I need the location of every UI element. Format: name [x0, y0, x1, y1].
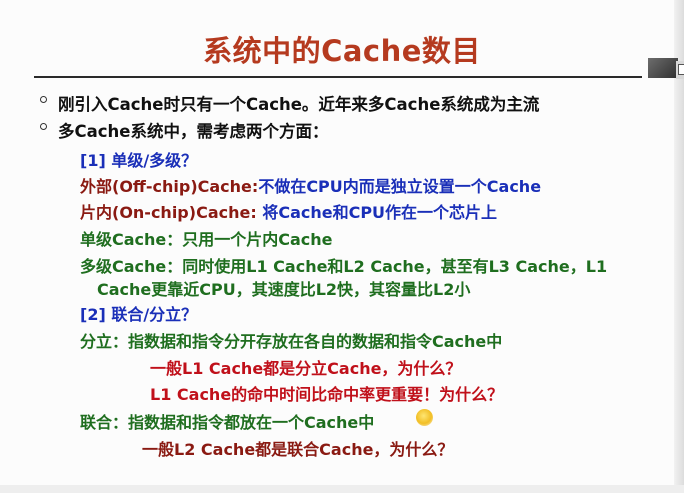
multi-level-line-2: Cache更靠近CPU，其速度比L2快，其容量比L2小 — [97, 280, 471, 299]
split-question-1: 一般L1 Cache都是分立Cache，为什么？ — [150, 359, 462, 378]
slide: 系统中的Cache数目 刚引入Cache时只有一个Cache。近年来多Cache… — [0, 0, 684, 493]
unified-definition: 联合：指数据和指令都放在一个Cache中 — [80, 413, 375, 432]
bullet-icon — [40, 123, 47, 130]
single-level-line: 单级Cache：只用一个片内Cache — [80, 230, 333, 249]
bullet-icon — [40, 96, 47, 103]
window-toggle-icon[interactable] — [678, 64, 684, 75]
bottom-bar — [0, 485, 684, 493]
off-chip-line: 外部(Off-chip)Cache:不做在CPU内而是独立设置一个Cache — [80, 173, 541, 197]
slide-title: 系统中的Cache数目 — [203, 34, 481, 68]
off-chip-label: 外部(Off-chip)Cache: — [80, 177, 259, 196]
camera-overlay-icon — [648, 58, 678, 78]
pointer-highlight-icon — [416, 409, 433, 426]
split-question-2: L1 Cache的命中时间比命中率更重要！为什么？ — [150, 385, 504, 404]
multi-level-line-1: 多级Cache：同时使用L1 Cache和L2 Cache，甚至有L3 Cach… — [80, 257, 608, 276]
on-chip-text: 将Cache和CPU作在一个芯片上 — [256, 203, 498, 222]
off-chip-text: 不做在CPU内而是独立设置一个Cache — [258, 177, 542, 196]
unified-question: 一般L2 Cache都是联合Cache，为什么？ — [142, 440, 454, 459]
on-chip-label: 片内(On-chip)Cache: — [80, 203, 257, 222]
on-chip-line: 片内(On-chip)Cache: 将Cache和CPU作在一个芯片上 — [80, 199, 497, 223]
title-divider — [34, 76, 642, 78]
bullet-line-2: 多Cache系统中，需考虑两个方面： — [58, 122, 329, 141]
section-heading-unified: [2] 联合/分立？ — [80, 305, 198, 324]
split-definition: 分立：指数据和指令分开存放在各自的数据和指令Cache中 — [80, 332, 503, 351]
bullet-line-1: 刚引入Cache时只有一个Cache。近年来多Cache系统成为主流 — [58, 95, 540, 114]
section-heading-levels: [1] 单级/多级？ — [80, 151, 198, 170]
